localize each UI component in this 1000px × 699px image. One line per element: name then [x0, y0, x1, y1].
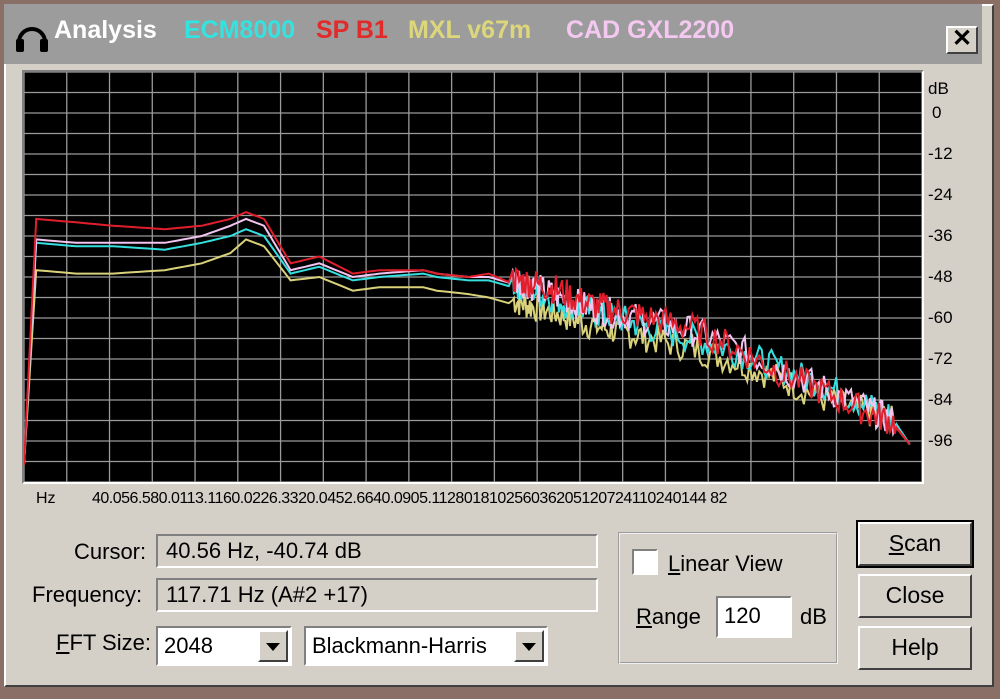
y-tick-label: 0: [932, 103, 942, 122]
cursor-readout: 40.56 Hz, -40.74 dB: [156, 534, 598, 568]
title-series-1: SP B1: [316, 16, 388, 44]
window-title: Analysis: [54, 16, 157, 44]
title-series-3: CAD GXL2200: [566, 16, 735, 44]
y-tick-label: -12: [928, 144, 953, 163]
y-tick-label: -60: [928, 308, 953, 327]
db-axis-unit: dB: [928, 79, 949, 98]
range-unit-label: dB: [800, 604, 827, 629]
fft-size-label: FFT Size:: [56, 630, 151, 655]
range-input[interactable]: 120: [716, 596, 792, 638]
frequency-label: Frequency:: [32, 582, 143, 607]
spectrum-plot-svg: [24, 72, 922, 482]
close-icon: ✕: [951, 25, 973, 52]
window-close-button[interactable]: ✕: [946, 26, 978, 54]
hz-axis-unit: Hz: [36, 490, 56, 507]
cursor-label: Cursor:: [74, 539, 147, 564]
y-tick-label: -72: [928, 349, 953, 368]
hz-tick-labels: 40.056.580.0113.1160.0226.3320.0452.6640…: [92, 490, 727, 507]
linear-view-label[interactable]: Linear View: [668, 551, 783, 577]
spectrum-plot[interactable]: [22, 70, 924, 484]
fft-window-dropdown-arrow-icon[interactable]: [514, 630, 544, 662]
close-button[interactable]: Close: [858, 574, 972, 618]
title-series-0: ECM8000: [184, 16, 296, 44]
series-line-cad-gxl2200: [24, 217, 911, 465]
series-line-ecm8000: [24, 228, 911, 465]
help-button[interactable]: Help: [858, 626, 972, 670]
fft-size-select[interactable]: 2048: [156, 626, 292, 666]
y-tick-label: -36: [928, 226, 953, 245]
range-label: Range: [636, 604, 701, 629]
scan-button[interactable]: Scan: [856, 520, 974, 568]
headphones-icon: [16, 27, 48, 52]
y-tick-label: -84: [928, 390, 953, 409]
linear-view-checkbox[interactable]: [632, 549, 658, 575]
title-series-2: MXL v67m: [408, 16, 532, 44]
y-tick-label: -96: [928, 431, 953, 450]
fft-size-dropdown-arrow-icon[interactable]: [258, 630, 288, 662]
frequency-readout: 117.71 Hz (A#2 +17): [156, 578, 598, 612]
y-tick-label: -24: [928, 185, 953, 204]
fft-window-value: Blackmann-Harris: [312, 633, 487, 658]
title-bar[interactable]: Analysis ECM8000 SP B1 MXL v67m CAD GXL2…: [4, 4, 982, 64]
fft-window-select[interactable]: Blackmann-Harris: [304, 626, 548, 666]
fft-size-value: 2048: [164, 633, 213, 658]
series-line-mxl-v67m: [24, 238, 911, 465]
y-tick-label: -48: [928, 267, 953, 286]
